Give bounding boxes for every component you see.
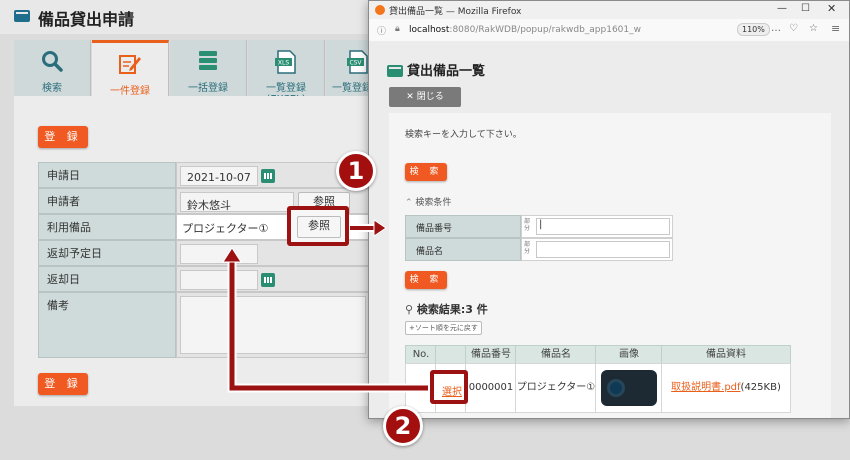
page-title: 備品貸出申請 bbox=[38, 10, 135, 29]
xls-label: XLS bbox=[278, 60, 289, 67]
minimize-icon[interactable]: — bbox=[777, 3, 787, 14]
hint-text: 検索キーを入力して下さい。 bbox=[405, 130, 522, 140]
apply-date-label: 申請日 bbox=[38, 162, 176, 188]
field-cell: 部分 bbox=[521, 238, 673, 261]
lock-icon[interactable]: 🔒︎ bbox=[395, 24, 400, 34]
close-button[interactable]: ✕ 閉じる bbox=[389, 87, 461, 107]
close-window-icon[interactable]: ✕ bbox=[827, 2, 836, 15]
arrow-right-icon bbox=[350, 219, 387, 237]
field-cell: 部分 | bbox=[521, 215, 673, 238]
step-marker-1: 1 bbox=[336, 151, 376, 191]
column-header: 備品資料 bbox=[661, 345, 791, 365]
url-bar: ⓘ 🔒︎ localhost:8080/RakWDB/popup/rakwdb_… bbox=[369, 19, 849, 42]
equipment-number-input[interactable]: | bbox=[536, 218, 670, 235]
popup-window: 貸出備品一覧 — Mozilla Firefox — ☐ ✕ ⓘ 🔒︎ loca… bbox=[368, 0, 850, 419]
tab-label: 一覧登録( bbox=[332, 83, 368, 94]
bookmark-icon[interactable]: ☆ bbox=[809, 23, 818, 34]
partial-match-note: 部分 bbox=[524, 218, 531, 232]
conditions-table: 備品番号 部分 | 備品名 部分 bbox=[405, 215, 673, 261]
tab-label: 検索 bbox=[42, 83, 62, 94]
field-label: 備品番号 bbox=[405, 215, 521, 238]
equipment-value[interactable]: プロジェクター① bbox=[182, 220, 268, 236]
equipment-number: 0000001 bbox=[465, 363, 517, 413]
maximize-icon[interactable]: ☐ bbox=[801, 3, 810, 14]
note-label: 備考 bbox=[38, 292, 176, 358]
highlight-ref-button: 参照 bbox=[287, 206, 349, 246]
projector-image bbox=[601, 370, 657, 406]
tab-search[interactable]: 検索 bbox=[14, 40, 91, 96]
tab-label: 一件登録 bbox=[110, 86, 150, 97]
csv-label: CSV bbox=[349, 60, 362, 67]
select-link[interactable]: 選択 bbox=[442, 383, 462, 398]
search-icon bbox=[41, 50, 63, 75]
csv-file-icon: CSV bbox=[347, 50, 368, 77]
highlight-select-link: 選択 bbox=[430, 370, 468, 404]
register-button-top[interactable]: 登 録 bbox=[38, 126, 88, 148]
url-path: :8080/RakWDB/popup/rakwdb_app1601_w bbox=[449, 25, 641, 35]
equipment-name-input[interactable] bbox=[536, 241, 670, 258]
popup-heading: 貸出備品一覧 bbox=[407, 64, 486, 79]
applicant-label: 申請者 bbox=[38, 188, 176, 214]
file-size: (425KB) bbox=[740, 382, 781, 393]
image-cell bbox=[595, 363, 663, 413]
column-header[interactable]: 備品番号 bbox=[465, 345, 517, 365]
browser-titlebar: 貸出備品一覧 — Mozilla Firefox — ☐ ✕ bbox=[369, 1, 849, 19]
tab-single-register[interactable]: 一件登録 bbox=[92, 40, 169, 97]
conditions-toggle[interactable]: ⌃ 検索条件 bbox=[405, 195, 451, 208]
equipment-name: プロジェクター① bbox=[515, 363, 597, 413]
database-icon bbox=[197, 50, 219, 75]
popup-body: 貸出備品一覧 ✕ 閉じる 検索キーを入力して下さい。 検 索 ⌃ 検索条件 備品… bbox=[369, 41, 849, 418]
tab-bulk-register[interactable]: 一括登録 bbox=[170, 40, 247, 96]
step-marker-2: 2 bbox=[383, 406, 423, 446]
tab-csv-register[interactable]: CSV 一覧登録( bbox=[326, 40, 369, 96]
edit-icon bbox=[118, 53, 142, 78]
search-button-top[interactable]: 検 索 bbox=[405, 163, 447, 181]
url-text[interactable]: localhost:8080/RakWDB/popup/rakwdb_app16… bbox=[409, 25, 641, 35]
pocket-icon[interactable]: ♡ bbox=[789, 23, 798, 34]
conditions-label: 検索条件 bbox=[415, 198, 452, 208]
window-title: 貸出備品一覧 — Mozilla Firefox bbox=[389, 7, 522, 17]
page-icon bbox=[387, 65, 403, 77]
page-icon bbox=[14, 10, 30, 22]
register-button-bottom[interactable]: 登 録 bbox=[38, 373, 88, 395]
calendar-icon[interactable] bbox=[261, 169, 275, 183]
return-date-label: 返却日 bbox=[38, 266, 176, 292]
column-header: 画像 bbox=[595, 345, 663, 365]
xls-file-icon: XLS bbox=[275, 50, 297, 77]
apply-date-input[interactable]: 2021-10-07 bbox=[180, 166, 258, 186]
tab-excel-register[interactable]: XLS 一覧登録(EXCEL) bbox=[248, 40, 325, 105]
chevron-up-icon: ⌃ bbox=[405, 198, 416, 208]
return-plan-label: 返却予定日 bbox=[38, 240, 176, 266]
zoom-badge[interactable]: 110% bbox=[737, 23, 770, 36]
connector-arrow bbox=[222, 247, 428, 393]
column-header[interactable]: 備品名 bbox=[515, 345, 597, 365]
page-info-icon[interactable]: ⓘ bbox=[377, 24, 386, 37]
equipment-ref-button[interactable]: 参照 bbox=[297, 216, 341, 238]
menu-icon[interactable]: ≡ bbox=[831, 22, 840, 35]
document-cell: 取扱説明書.pdf(425KB) bbox=[661, 363, 791, 413]
equipment-label: 利用備品 bbox=[38, 214, 176, 240]
more-icon[interactable]: … bbox=[771, 23, 781, 34]
firefox-icon bbox=[375, 5, 385, 15]
partial-match-note: 部分 bbox=[524, 241, 531, 255]
manual-pdf-link[interactable]: 取扱説明書.pdf bbox=[671, 382, 740, 393]
applicant-input[interactable]: 鈴木悠斗 bbox=[180, 192, 294, 212]
tab-label: 一括登録 bbox=[188, 83, 228, 94]
url-host: localhost bbox=[409, 25, 450, 35]
